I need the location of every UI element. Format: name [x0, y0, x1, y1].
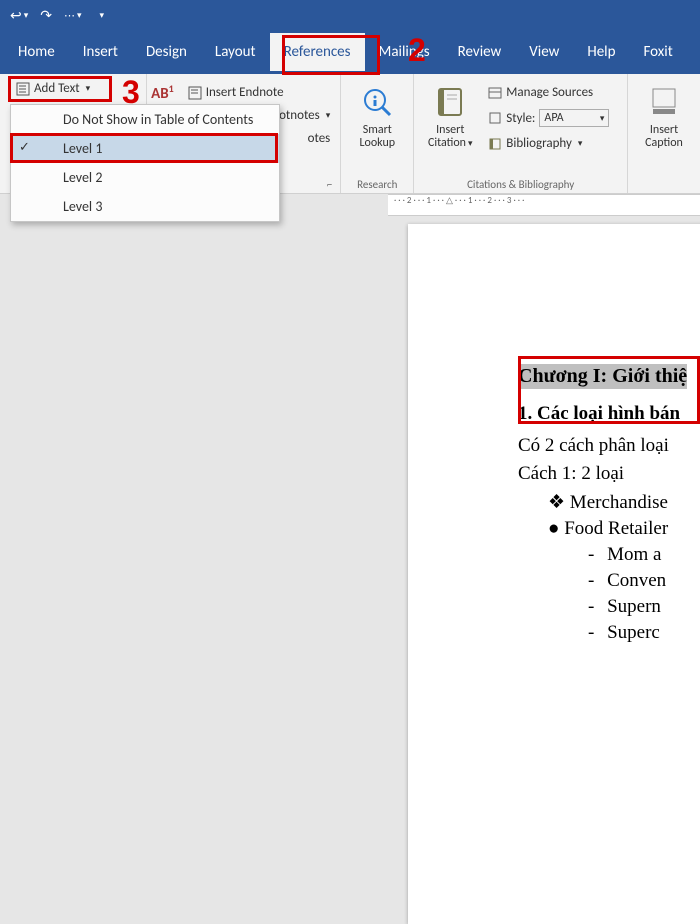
group-citations: Insert Citation▾ Manage Sources Style: A…	[414, 74, 628, 193]
insert-caption-button[interactable]: Insert Caption	[632, 78, 696, 150]
list-item: Food Retailer	[548, 518, 700, 540]
add-text-icon	[16, 82, 30, 96]
tab-mailings[interactable]: Mailings	[365, 33, 444, 71]
bibliography-label: Bibliography	[506, 136, 572, 151]
style-label: Style:	[506, 111, 535, 126]
list-item: Merchandise	[548, 491, 700, 514]
citations-group-label: Citations & Bibliography	[418, 176, 623, 191]
manage-sources-icon	[488, 86, 502, 100]
footnote-ab-icon: AB1	[151, 82, 174, 103]
menu-level-3[interactable]: Level 3	[11, 192, 279, 221]
otes-label: otes	[308, 131, 331, 146]
bibliography-icon	[488, 137, 502, 151]
insert-endnote-button[interactable]: Insert Endnote	[182, 82, 290, 103]
list-item: Mom a	[588, 544, 700, 566]
caption-icon	[647, 82, 681, 122]
tab-home[interactable]: Home	[4, 33, 69, 71]
qat-customize[interactable]: ▾	[100, 10, 105, 21]
insert-citation-button[interactable]: Insert Citation▾	[418, 78, 482, 150]
research-group-label: Research	[345, 176, 409, 191]
doc-para-2: Cách 1: 2 loại	[518, 463, 700, 485]
tab-review[interactable]: Review	[444, 33, 516, 71]
smart-lookup-label: Smart Lookup	[359, 124, 395, 150]
tab-layout[interactable]: Layout	[201, 33, 270, 71]
next-footnote-button[interactable]: otnotes▾	[273, 105, 336, 126]
bibliography-button[interactable]: Bibliography▾	[482, 133, 615, 154]
endnote-icon	[188, 86, 202, 100]
manage-sources-button[interactable]: Manage Sources	[482, 82, 615, 103]
undo-button[interactable]: ↩▾	[10, 7, 28, 24]
captions-group-label	[632, 176, 696, 191]
doc-subheading: 1. Các loại hình bán	[518, 403, 700, 425]
document-page[interactable]: Chương I: Giới thiệ 1. Các loại hình bán…	[408, 224, 700, 924]
tab-insert[interactable]: Insert	[69, 33, 132, 71]
style-select-row: Style: APA▾	[482, 106, 615, 130]
show-notes-button[interactable]: otes	[302, 128, 337, 149]
group-research: Smart Lookup Research	[341, 74, 414, 193]
list-item: Supern	[588, 596, 700, 618]
qat-more[interactable]: ⋯▾	[64, 9, 82, 22]
smart-lookup-icon	[360, 82, 394, 122]
menu-do-not-show[interactable]: Do Not Show in Table of Contents	[11, 105, 279, 134]
list-item: Superc	[588, 622, 700, 644]
check-icon: ✓	[19, 140, 30, 155]
add-text-dropdown: Do Not Show in Table of Contents ✓ Level…	[10, 104, 280, 222]
insert-endnote-label: Insert Endnote	[206, 85, 284, 100]
style-select[interactable]: APA▾	[539, 109, 609, 127]
tab-foxit[interactable]: Foxit	[629, 33, 686, 71]
menu-level-1[interactable]: ✓ Level 1	[11, 134, 279, 163]
add-text-button[interactable]: Add Text ▾	[10, 78, 96, 99]
insert-caption-label: Insert Caption	[645, 124, 683, 150]
tab-design[interactable]: Design	[132, 33, 201, 71]
doc-sublist: Mom a Conven Supern Superc	[588, 544, 700, 644]
doc-list: Merchandise Food Retailer	[548, 491, 700, 540]
otnotes-label: otnotes	[279, 108, 320, 123]
ribbon-tabs: Home Insert Design Layout References Mai…	[0, 30, 700, 74]
doc-para-1: Có 2 cách phân loại	[518, 435, 700, 457]
doc-heading-selected[interactable]: Chương I: Giới thiệ	[518, 364, 687, 389]
menu-level-2[interactable]: Level 2	[11, 163, 279, 192]
tab-view[interactable]: View	[515, 33, 573, 71]
document-area: · · · 2 · · · 1 · · · △ · · · 1 · · · 2 …	[0, 194, 700, 714]
citation-icon	[433, 82, 467, 122]
redo-button[interactable]: ↷	[40, 7, 52, 24]
insert-citation-label: Insert Citation▾	[428, 124, 473, 150]
add-text-label: Add Text	[34, 81, 80, 96]
list-item: Conven	[588, 570, 700, 592]
menu-level-1-label: Level 1	[63, 140, 102, 157]
quick-access-toolbar: ↩▾ ↷ ⋯▾ ▾	[0, 0, 700, 30]
add-text-wrap: Add Text ▾	[10, 78, 96, 99]
style-value: APA	[544, 111, 563, 125]
style-icon	[488, 111, 502, 125]
horizontal-ruler[interactable]: · · · 2 · · · 1 · · · △ · · · 1 · · · 2 …	[388, 194, 700, 216]
manage-sources-label: Manage Sources	[506, 85, 593, 100]
tab-references[interactable]: References	[270, 33, 365, 71]
group-captions: Insert Caption	[628, 74, 700, 193]
tab-help[interactable]: Help	[573, 33, 629, 71]
chevron-down-icon: ▾	[86, 83, 91, 94]
smart-lookup-button[interactable]: Smart Lookup	[345, 78, 409, 150]
